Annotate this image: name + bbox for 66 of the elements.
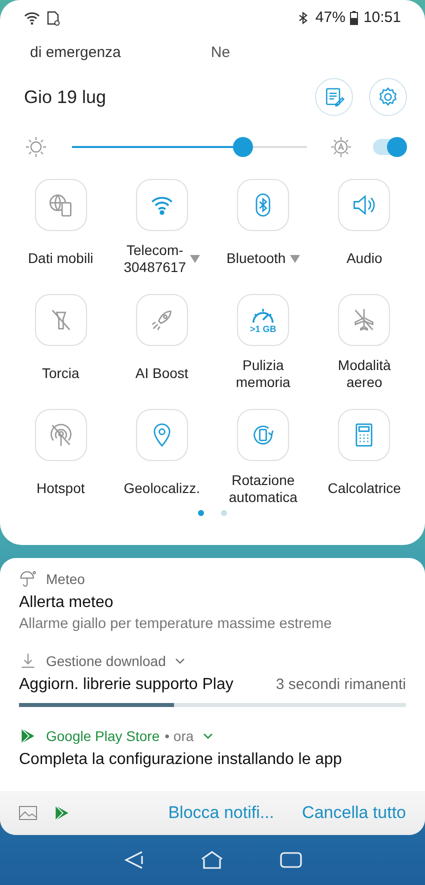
clock: 10:51	[363, 9, 401, 26]
hotspot-off-icon	[48, 422, 74, 448]
tile-label: Audio	[346, 250, 382, 267]
notification-title: Aggiorn. librerie supporto Play	[19, 676, 234, 694]
speaker-icon	[351, 192, 378, 218]
edit-button[interactable]	[315, 78, 353, 116]
date: Gio 19 lug	[24, 86, 108, 108]
tile-button[interactable]	[136, 179, 188, 231]
tile-button[interactable]	[136, 294, 188, 346]
notification-title: Allerta meteo	[19, 594, 114, 612]
play-store-icon	[19, 727, 37, 745]
app-name: Meteo	[46, 571, 85, 587]
tile-button[interactable]	[237, 179, 290, 231]
tile-button[interactable]	[34, 294, 87, 346]
expand-chevron-icon[interactable]	[202, 733, 213, 739]
tile-label: AI Boost	[135, 365, 188, 382]
settings-icon	[377, 86, 399, 108]
tile-label: Telecom- 30487617	[124, 242, 186, 276]
tile-label: Geolocalizz.	[124, 480, 200, 497]
ticker-text: di emergenza	[30, 44, 121, 60]
battery-icon	[350, 10, 358, 24]
tile-label: Dati mobili	[28, 250, 94, 267]
tile-label: Modalità aereo	[338, 356, 391, 390]
action-link[interactable]: Cancella tutto	[302, 803, 406, 823]
tile-label: Hotspot	[36, 480, 85, 497]
tile-button[interactable]	[338, 294, 390, 346]
tile-label: Pulizia memoria	[236, 356, 290, 390]
tile-button[interactable]	[34, 409, 87, 461]
memory-size-label: >1 GB	[250, 324, 276, 334]
edit-icon	[323, 86, 345, 108]
tile-button[interactable]: >1 GB	[237, 294, 290, 346]
settings-button[interactable]	[369, 78, 407, 116]
bluetooth-icon	[296, 10, 310, 26]
gauge-icon	[252, 306, 274, 324]
ticker-text: Ne	[210, 44, 230, 60]
auto-brightness-icon	[329, 135, 353, 159]
tile-label: Bluetooth	[226, 250, 286, 267]
notification-time: • ora	[164, 728, 194, 744]
tile-label: Calcolatrice	[328, 480, 401, 497]
time-remaining: 3 secondi rimanenti	[276, 676, 406, 694]
tile-button[interactable]	[338, 179, 390, 231]
home-button[interactable]	[199, 848, 226, 872]
image-icon	[19, 806, 37, 820]
notification-title: Completa la configurazione installando le app	[19, 751, 342, 769]
expand-chevron-icon[interactable]	[174, 658, 185, 664]
app-name: Google Play Store	[46, 728, 160, 744]
dropdown-caret-icon[interactable]	[190, 254, 200, 262]
tile-label: Rotazione automatica	[228, 472, 298, 506]
tile-button[interactable]	[338, 409, 390, 461]
app-name: Gestione download	[46, 653, 166, 669]
tile-button[interactable]	[136, 409, 188, 461]
download-icon	[19, 652, 37, 670]
sd-card-icon	[45, 10, 61, 26]
tile-button[interactable]	[34, 179, 87, 231]
tile-label: Torcia	[42, 365, 80, 382]
dropdown-caret-icon[interactable]	[290, 254, 300, 262]
notification-text: Allarme giallo per temperature massime estreme	[19, 616, 333, 632]
play-store-icon	[53, 804, 71, 822]
auto-brightness-toggle[interactable]	[373, 139, 405, 155]
battery-percent: 47%	[315, 9, 346, 26]
wifi-icon	[24, 10, 40, 26]
brightness-icon	[24, 135, 48, 159]
tile-button[interactable]	[237, 409, 290, 461]
globe-phone-icon	[48, 192, 74, 218]
action-link[interactable]: Blocca notifi...	[168, 803, 274, 823]
umbrella-icon	[19, 570, 37, 588]
